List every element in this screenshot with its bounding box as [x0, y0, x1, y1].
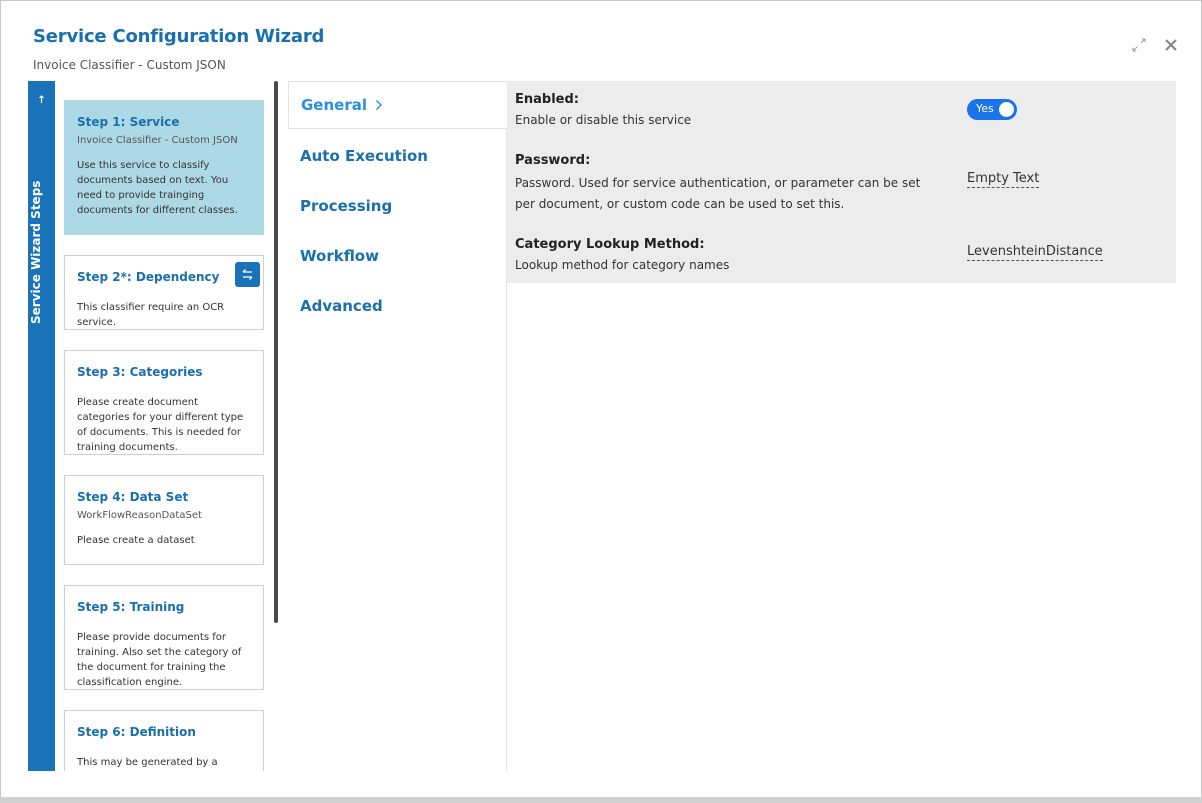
tab-label: Advanced [300, 297, 383, 315]
step-title: Step 4: Data Set [77, 490, 189, 504]
step-card-service[interactable]: Step 1: Service Invoice Classifier - Cus… [64, 100, 264, 235]
tab-label: Processing [300, 197, 393, 215]
step-card-data-set[interactable]: Step 4: Data Set WorkFlowReasonDataSet P… [64, 475, 264, 565]
swap-dependency-button[interactable] [235, 262, 260, 287]
step-description: Please provide documents for training. A… [77, 632, 242, 688]
step-title: Step 6: Definition [77, 725, 196, 739]
step-card-dependency[interactable]: Step 2*: Dependency This classifier requ… [64, 255, 264, 330]
wizard-dialog: Service Configuration Wizard Invoice Cla… [0, 0, 1202, 803]
category-lookup-label: Category Lookup Method: [515, 237, 705, 252]
steps-list: Step 1: Service Invoice Classifier - Cus… [64, 100, 264, 771]
password-label: Password: [515, 153, 591, 168]
steps-sidebar-toggle[interactable]: Service Wizard Steps [28, 81, 55, 771]
step-title: Step 1: Service [77, 115, 180, 129]
toggle-knob [999, 102, 1014, 117]
chevron-right-icon [375, 99, 383, 111]
close-icon[interactable] [1160, 34, 1182, 56]
tab-label: Workflow [300, 247, 379, 265]
enabled-label: Enabled: [515, 92, 579, 107]
steps-sidebar-label: Service Wizard Steps [29, 180, 43, 324]
enabled-toggle-label: Yes [976, 102, 994, 115]
step-description: This classifier require an OCR service. [77, 302, 225, 328]
category-lookup-value[interactable]: LevenshteinDistance [967, 244, 1103, 261]
password-description: Password. Used for service authenticatio… [515, 176, 921, 211]
close-icon-glyph [1165, 39, 1177, 51]
step-subtitle: Invoice Classifier - Custom JSON [77, 135, 238, 146]
step-card-definition[interactable]: Step 6: Definition This may be generated… [64, 710, 264, 771]
expand-icon[interactable] [1128, 34, 1150, 56]
enabled-toggle[interactable]: Yes [967, 99, 1017, 120]
category-lookup-description: Lookup method for category names [515, 258, 730, 272]
tab-auto-execution[interactable]: Auto Execution [288, 132, 507, 180]
step-title: Step 5: Training [77, 600, 185, 614]
collapse-arrow-icon[interactable] [36, 93, 47, 105]
password-value[interactable]: Empty Text [967, 171, 1040, 188]
dialog-subtitle: Invoice Classifier - Custom JSON [33, 58, 226, 72]
tab-general[interactable]: General [288, 81, 507, 129]
step-card-training[interactable]: Step 5: Training Please provide document… [64, 585, 264, 690]
step-title: Step 2*: Dependency [77, 270, 220, 284]
enabled-description: Enable or disable this service [515, 113, 692, 127]
step-card-categories[interactable]: Step 3: Categories Please create documen… [64, 350, 264, 455]
bottom-edge [0, 797, 1202, 803]
tab-label: General [301, 96, 367, 114]
expand-icon-glyph [1132, 38, 1146, 52]
step-description: Please create a dataset [77, 535, 195, 546]
swap-icon [242, 269, 253, 280]
steps-scrollbar[interactable] [274, 81, 278, 623]
settings-tabs: General Auto Execution Processing Workfl… [288, 81, 507, 771]
tab-label: Auto Execution [300, 147, 428, 165]
step-description: Use this service to classify documents b… [77, 160, 238, 216]
dialog-title: Service Configuration Wizard [33, 26, 325, 47]
general-properties-panel: Enabled: Enable or disable this service … [507, 81, 1176, 283]
step-title: Step 3: Categories [77, 365, 203, 379]
tab-processing[interactable]: Processing [288, 182, 507, 230]
step-subtitle: WorkFlowReasonDataSet [77, 510, 202, 521]
step-description: This may be generated by a previous [77, 757, 218, 768]
tab-advanced[interactable]: Advanced [288, 282, 507, 330]
step-description: Please create document categories for yo… [77, 397, 244, 453]
tab-workflow[interactable]: Workflow [288, 232, 507, 280]
